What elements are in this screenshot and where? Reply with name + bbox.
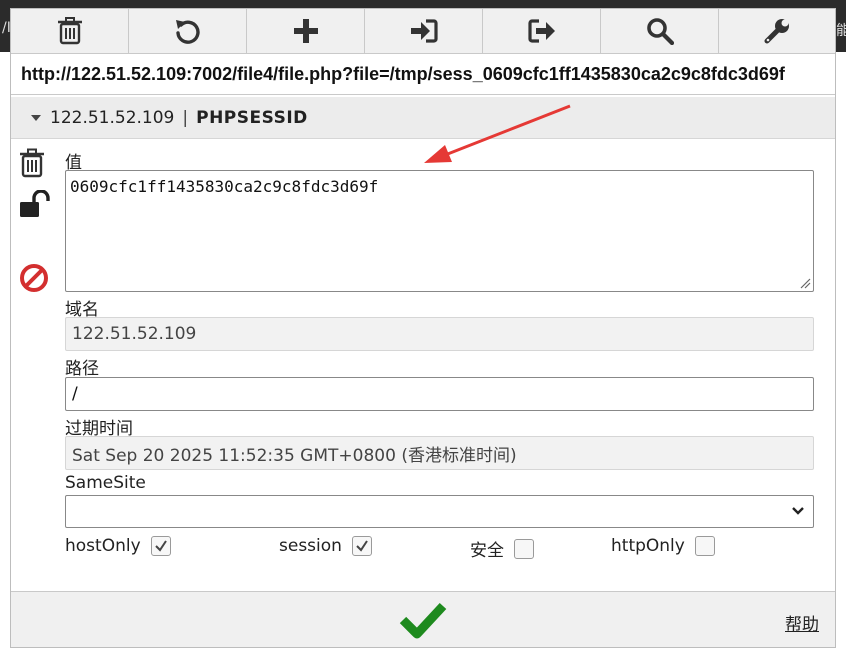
import-icon	[410, 19, 438, 43]
import-button[interactable]	[365, 9, 483, 53]
cookie-editor-popup: http://122.51.52.109:7002/file4/file.php…	[10, 8, 836, 648]
trash-icon	[20, 148, 44, 178]
block-cookie-button[interactable]	[19, 263, 49, 297]
plus-icon	[293, 19, 318, 43]
checkmark-icon	[399, 602, 447, 639]
samesite-label: SameSite	[65, 473, 146, 493]
chevron-down-icon	[792, 507, 804, 515]
session-label: session	[279, 536, 342, 556]
trash-icon	[57, 17, 82, 45]
unlock-icon	[20, 189, 50, 217]
footer: 帮助	[11, 591, 835, 647]
export-icon	[527, 19, 555, 43]
session-checkbox[interactable]	[351, 536, 372, 556]
search-button[interactable]	[601, 9, 719, 53]
delete-cookie-button[interactable]	[19, 148, 45, 182]
checkmark-icon	[154, 540, 167, 552]
url-bar: http://122.51.52.109:7002/file4/file.php…	[11, 53, 835, 95]
current-url: http://122.51.52.109:7002/file4/file.php…	[21, 64, 785, 84]
hostonly-option[interactable]: hostOnly	[65, 536, 171, 556]
wrench-icon	[764, 19, 789, 44]
secure-option[interactable]: 安全	[470, 536, 534, 561]
search-icon	[646, 18, 674, 45]
block-icon	[20, 264, 48, 292]
hostonly-label: hostOnly	[65, 536, 141, 556]
header-separator: |	[182, 107, 189, 128]
add-cookie-button[interactable]	[247, 9, 365, 53]
cookie-domain-header: 122.51.52.109	[50, 107, 175, 128]
httponly-label: httpOnly	[611, 536, 685, 556]
httponly-option[interactable]: httpOnly	[611, 536, 715, 556]
toolbar	[11, 9, 835, 53]
secure-checkbox[interactable]	[514, 538, 534, 559]
path-label: 路径	[65, 359, 99, 379]
protect-cookie-button[interactable]	[19, 189, 51, 222]
secure-label: 安全	[470, 541, 504, 561]
samesite-select[interactable]	[65, 495, 814, 528]
cookie-value-field[interactable]: 0609cfc1ff1435830ca2c9c8fdc3d69f	[65, 170, 814, 292]
settings-button[interactable]	[719, 9, 835, 53]
path-field[interactable]	[65, 377, 814, 411]
reset-button[interactable]	[129, 9, 247, 53]
save-button[interactable]	[399, 600, 447, 644]
cookie-header[interactable]: 122.51.52.109 | PHPSESSID	[11, 97, 835, 139]
session-option[interactable]: session	[279, 536, 372, 556]
export-button[interactable]	[483, 9, 601, 53]
cookie-flags: hostOnly session 安全 httpOnly	[65, 536, 825, 566]
hostonly-checkbox[interactable]	[150, 536, 171, 556]
httponly-checkbox[interactable]	[694, 536, 715, 556]
help-link[interactable]: 帮助	[785, 610, 819, 635]
undo-icon	[175, 20, 200, 44]
expiry-field[interactable]	[65, 436, 814, 470]
collapse-caret-icon[interactable]	[31, 114, 41, 121]
resize-grip-icon[interactable]	[799, 277, 811, 289]
delete-all-button[interactable]	[11, 9, 129, 53]
checkmark-icon	[356, 540, 368, 552]
background-text-right: 能	[836, 23, 846, 39]
domain-field[interactable]	[65, 317, 814, 351]
cookie-name: PHPSESSID	[196, 107, 308, 128]
